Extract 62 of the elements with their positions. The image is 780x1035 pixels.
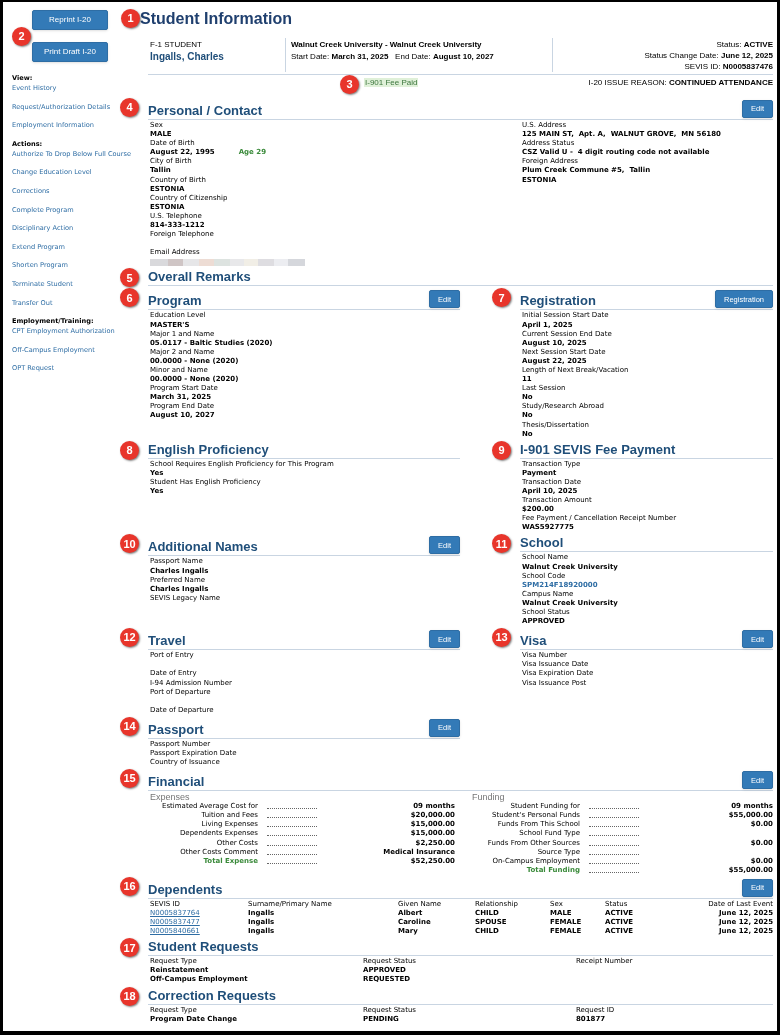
fee-paid-badge: I-901 Fee Paid <box>364 78 419 87</box>
callout-number: 2 <box>12 27 31 46</box>
leader-line <box>267 826 317 828</box>
section-title: Program <box>148 294 202 309</box>
section-title: Travel <box>148 634 186 649</box>
section-title: I-901 SEVIS Fee Payment <box>520 442 676 457</box>
leader-line <box>589 871 639 873</box>
student-name: Ingalls, Charles <box>150 50 224 64</box>
issue-reason: I-20 ISSUE REASON: CONTINUED ATTENDANCE <box>588 77 773 89</box>
callout-number: 8 <box>120 440 139 460</box>
sevis-id: SEVIS ID: N0005837476 <box>684 61 773 72</box>
callout-number: 14 <box>120 716 139 736</box>
leader-line <box>589 835 639 837</box>
section-title: Financial <box>148 775 205 790</box>
section-title: School <box>520 536 564 551</box>
callout-number: 6 <box>120 288 139 308</box>
callout-number: 7 <box>492 288 511 308</box>
callout-number: 18 <box>120 986 139 1006</box>
visa-type: F-1 STUDENT <box>150 39 202 50</box>
leader-line <box>589 808 639 810</box>
leader-line <box>589 862 639 864</box>
status-change-date: Status Change Date: June 12, 2025 <box>644 50 773 61</box>
section-title: Passport <box>148 722 204 737</box>
section-title: Additional Names <box>148 540 258 555</box>
leader-line <box>589 817 639 819</box>
print-button[interactable]: Print Draft I-20 <box>32 42 108 62</box>
leader-line <box>267 853 317 855</box>
leader-line <box>589 844 639 846</box>
leader-line <box>267 862 317 864</box>
status-text: Status: ACTIVE <box>716 39 773 50</box>
print-button[interactable]: Reprint I-20 <box>32 10 108 30</box>
callout-number: 15 <box>120 769 139 789</box>
page-title: Student Information <box>140 10 292 28</box>
callout-number: 3 <box>340 75 359 94</box>
section-title: Visa <box>520 634 547 649</box>
section-title: Correction Requests <box>148 988 276 1003</box>
section-title: Registration <box>520 294 596 309</box>
financial-subtitle: Expenses <box>150 792 190 803</box>
callout-number: 5 <box>120 268 139 288</box>
callout-number: 1 <box>121 9 140 28</box>
leader-line <box>589 853 639 855</box>
financial-subtitle: Funding <box>472 792 505 803</box>
callout-number: 10 <box>120 534 139 554</box>
section-title: Student Requests <box>148 940 259 955</box>
section-title: English Proficiency <box>148 442 269 457</box>
leader-line <box>267 817 317 819</box>
section-title: Overall Remarks <box>148 270 251 285</box>
leader-line <box>267 808 317 810</box>
callout-number: 11 <box>492 534 511 554</box>
callout-number: 17 <box>120 938 139 958</box>
callout-number: 4 <box>120 98 139 117</box>
callout-number: 16 <box>120 876 139 896</box>
leader-line <box>589 826 639 828</box>
leader-line <box>267 835 317 837</box>
program-dates: Start Date: March 31, 2025 End Date: August 10, 2027 <box>291 51 494 63</box>
school-name: Walnut Creek University - Walnut Creek University <box>291 39 482 50</box>
callout-number: 13 <box>492 628 511 648</box>
section-title: Dependents <box>148 882 223 897</box>
section-title: Personal / Contact <box>148 104 263 118</box>
leader-line <box>267 844 317 846</box>
callout-number: 9 <box>492 440 511 460</box>
callout-number: 12 <box>120 628 139 648</box>
